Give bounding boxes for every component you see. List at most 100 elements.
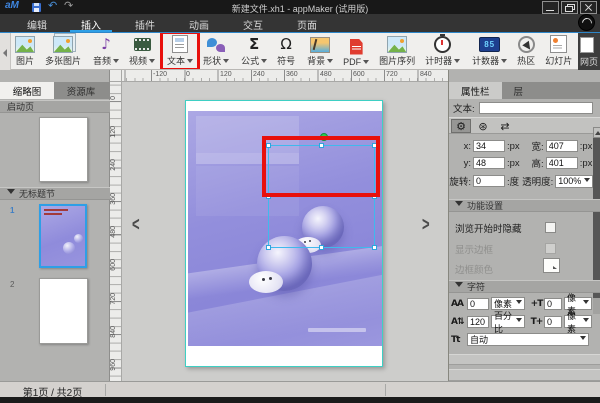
text-input[interactable]	[479, 102, 593, 114]
toolbar-text-button[interactable]: 文本	[162, 33, 198, 69]
baseline-input[interactable]	[544, 298, 562, 310]
redo-icon[interactable]: ↷	[64, 0, 73, 12]
slideshow-icon	[550, 35, 567, 53]
section-function-settings[interactable]: 功能设置	[449, 199, 600, 212]
border-color-swatch[interactable]	[543, 258, 560, 273]
tab-thumbnails[interactable]: 缩略图	[0, 82, 54, 99]
toolbar-multi-picture-button[interactable]: 多张图片	[40, 33, 86, 69]
collapsed-section-bar[interactable]	[449, 369, 600, 381]
restore-button[interactable]	[561, 1, 578, 14]
ruler-tick-label: 840	[110, 326, 122, 338]
collapse-triangle-icon	[455, 282, 463, 291]
menu-tab-edit[interactable]: 编辑	[10, 14, 64, 32]
toolbar-pdf-button[interactable]: PDF	[338, 33, 374, 69]
next-page-arrow[interactable]: >	[422, 212, 430, 235]
ruler-tick-label: 600	[110, 259, 122, 271]
document-page[interactable]	[185, 100, 383, 367]
text-field-label: 文本:	[453, 101, 475, 115]
ruler-tick-label: 480	[320, 71, 332, 78]
close-button[interactable]	[580, 1, 597, 14]
ruler-tick-label: 360	[286, 71, 298, 78]
menu-tab-plugin[interactable]: 插件	[118, 14, 172, 32]
glass-snail-large-body	[249, 271, 283, 293]
menu-tab-interaction[interactable]: 交互	[226, 14, 280, 32]
statusbar-divider	[105, 384, 106, 396]
panel-scroll-up-button[interactable]	[593, 127, 600, 138]
page1-thumbnail[interactable]	[39, 204, 87, 268]
toolbar-label: 形状	[203, 54, 221, 67]
toolbar-picture-sequence-button[interactable]: 图片序列	[374, 33, 420, 69]
gear-icon[interactable]: ⚙	[451, 119, 471, 133]
webpage-icon	[580, 37, 594, 53]
hide-on-start-row: 浏览开始时隐藏	[455, 221, 522, 235]
tracking-input[interactable]	[467, 298, 489, 310]
tab-layers[interactable]: 层	[502, 82, 536, 99]
canvas-area[interactable]: -120 0 120 240 360 480 600 720 840 0 120…	[110, 70, 448, 381]
properties-panel: 属性栏 层 文本: ⚙ ⊛ ⇄ x: :px 宽: :px y: :px 高:	[448, 70, 600, 381]
reel-icon[interactable]: ⊛	[473, 119, 493, 133]
toolbar-webpage-button[interactable]: 网页	[578, 33, 600, 70]
app-badge-icon[interactable]	[579, 15, 594, 30]
toolbar-counter-button[interactable]: 85 计数器	[467, 33, 512, 69]
ruler-tick-label: 120	[110, 126, 122, 138]
section-label: 字符	[467, 280, 485, 293]
save-icon[interactable]	[32, 3, 41, 12]
px-unit: :px	[507, 141, 520, 152]
width-input[interactable]	[546, 140, 578, 152]
stopwatch-icon	[434, 36, 451, 53]
toolbar-symbol-button[interactable]: Ω 符号	[272, 33, 300, 69]
opacity-dropdown[interactable]: 100%	[555, 175, 593, 188]
collapsed-section-bar[interactable]	[449, 354, 600, 365]
section-untitled[interactable]: 无标题节	[0, 187, 110, 200]
undo-icon[interactable]: ↶	[48, 0, 57, 12]
menu-tab-animation[interactable]: 动画	[172, 14, 226, 32]
panel-scrollbar-thumb[interactable]	[593, 138, 600, 298]
toolbar-video-button[interactable]: 视频	[124, 33, 160, 69]
baseline2-input[interactable]	[544, 316, 562, 328]
toolbar-audio-button[interactable]: ♪ 音频	[88, 33, 124, 69]
page-number: 1	[10, 206, 14, 215]
toolbar-timer-button[interactable]: 计时器	[420, 33, 465, 69]
toolbar-shape-button[interactable]: 形状	[198, 33, 234, 69]
line-height-input[interactable]	[467, 316, 489, 328]
ruler-tick-label: -120	[153, 71, 167, 78]
swap-arrows-icon[interactable]: ⇄	[495, 119, 515, 133]
toolbar-picture-button[interactable]: 图片	[10, 33, 40, 69]
text-field-row: 文本:	[453, 101, 593, 115]
opacity-value: 100%	[558, 176, 581, 186]
char-row-3: Tt 自动	[451, 333, 589, 346]
section-launch-page[interactable]: 启动页	[0, 100, 110, 113]
tracking-icon: AA	[451, 299, 467, 309]
multi-picture-icon	[53, 36, 73, 53]
resize-handle-s[interactable]	[319, 245, 324, 250]
y-input[interactable]	[473, 157, 505, 169]
ruler-tick-label: 120	[220, 71, 232, 78]
resize-handle-se[interactable]	[372, 245, 377, 250]
launch-page-thumbnail[interactable]	[39, 117, 88, 182]
page2-thumbnail[interactable]	[39, 278, 88, 344]
toolbar-background-button[interactable]: 背景	[302, 33, 338, 69]
app-logo: aM	[5, 0, 19, 11]
ruler-tick-label: 840	[420, 71, 432, 78]
baseline2-unit-dropdown[interactable]: 像素	[564, 315, 592, 328]
horizontal-ruler: -120 0 120 240 360 480 600 720 840	[122, 70, 448, 82]
resize-handle-sw[interactable]	[266, 245, 271, 250]
prev-page-arrow[interactable]: <	[132, 212, 140, 235]
toolbar-scroll-left-button[interactable]	[0, 33, 11, 70]
height-input[interactable]	[546, 157, 578, 169]
x-input[interactable]	[473, 140, 505, 152]
toolbar-slideshow-button[interactable]: 幻灯片	[540, 33, 577, 69]
minimize-button[interactable]	[542, 1, 559, 14]
toolbar-formula-button[interactable]: Σ 公式	[236, 33, 272, 69]
case-dropdown[interactable]: 自动	[467, 333, 589, 346]
rotation-input[interactable]	[473, 175, 505, 187]
line-height-unit-dropdown[interactable]: 百分比	[491, 315, 525, 328]
menu-tab-page[interactable]: 页面	[280, 14, 334, 32]
tab-resource-library[interactable]: 资源库	[54, 82, 108, 99]
hide-on-start-checkbox[interactable]	[545, 222, 556, 233]
dropdown-arrow-icon	[501, 59, 507, 66]
toolbar-hotzone-button[interactable]: 热区	[512, 33, 540, 69]
menu-tab-insert[interactable]: 插入	[64, 14, 118, 32]
toolbar-label: 图片序列	[379, 54, 415, 67]
tab-properties[interactable]: 属性栏	[449, 82, 502, 99]
